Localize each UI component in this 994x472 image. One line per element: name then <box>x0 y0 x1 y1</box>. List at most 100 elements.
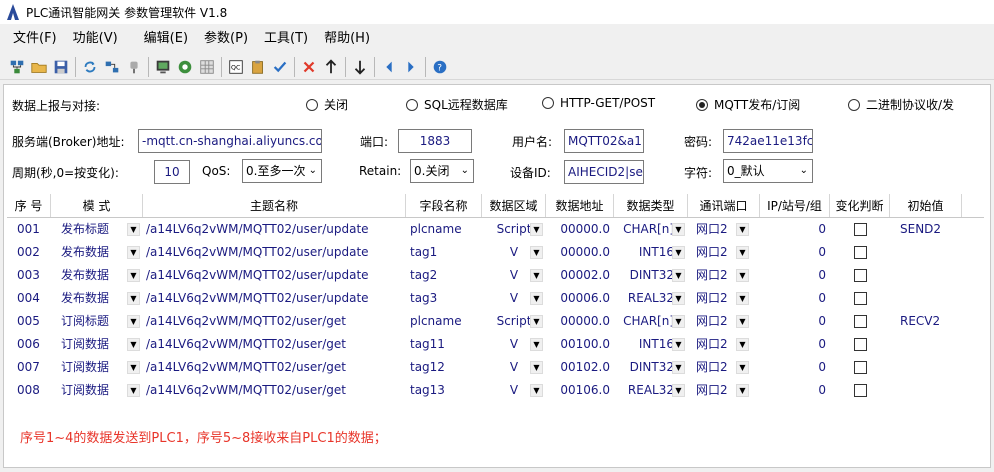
save-icon[interactable] <box>50 56 72 78</box>
charset-select[interactable]: 0_默认 ⌄ <box>723 159 813 183</box>
cell-type[interactable]: DINT32 ▼ <box>614 356 688 379</box>
dropdown-arrow-icon[interactable]: ▼ <box>672 315 685 328</box>
cell-address[interactable]: 00100.0 <box>546 333 614 356</box>
dropdown-arrow-icon[interactable]: ▼ <box>127 292 140 305</box>
device-id-input[interactable]: AIHECID2|sec <box>564 160 644 184</box>
dropdown-arrow-icon[interactable]: ▼ <box>736 361 749 374</box>
qos-select[interactable]: 0.至多一次 ⌄ <box>242 159 322 183</box>
cell-init[interactable]: SEND2 <box>890 218 962 241</box>
cell-field[interactable]: tag3 <box>406 287 482 310</box>
column-header[interactable]: 数据区域 <box>482 194 546 217</box>
column-header[interactable]: 模 式 <box>51 194 143 217</box>
cell-address[interactable]: 00102.0 <box>546 356 614 379</box>
cell-port[interactable]: 网口2 ▼ <box>688 218 760 241</box>
dropdown-arrow-icon[interactable]: ▼ <box>127 361 140 374</box>
cell-change[interactable] <box>830 241 890 264</box>
cell-field[interactable]: tag1 <box>406 241 482 264</box>
cell-ip[interactable]: 0 <box>760 379 830 402</box>
column-header[interactable]: 字段名称 <box>406 194 482 217</box>
cell-ip[interactable]: 0 <box>760 310 830 333</box>
cell-address[interactable]: 00000.0 <box>546 310 614 333</box>
cell-change[interactable] <box>830 310 890 333</box>
cell-field[interactable]: tag12 <box>406 356 482 379</box>
report-option-radio[interactable]: 关闭 <box>306 96 348 113</box>
cell-area[interactable]: V ▼ <box>482 379 546 402</box>
menu-item[interactable]: 编辑(E) <box>136 26 196 52</box>
change-checkbox[interactable] <box>853 338 867 351</box>
dropdown-arrow-icon[interactable]: ▼ <box>530 315 543 328</box>
cell-port[interactable]: 网口2 ▼ <box>688 356 760 379</box>
cell-port[interactable]: 网口2 ▼ <box>688 264 760 287</box>
dropdown-arrow-icon[interactable]: ▼ <box>736 315 749 328</box>
username-input[interactable]: MQTT02&a1 <box>564 129 644 153</box>
report-option-radio[interactable]: HTTP-GET/POST <box>542 96 655 110</box>
dropdown-arrow-icon[interactable]: ▼ <box>530 269 543 282</box>
table-row[interactable]: 006 订阅数据 ▼ /a14LV6q2vWM/MQTT02/user/get tag1… <box>7 333 984 356</box>
column-header[interactable]: IP/站号/组 <box>760 194 830 217</box>
arrow-down-icon[interactable] <box>349 56 371 78</box>
change-checkbox[interactable] <box>853 384 867 397</box>
cell-area[interactable]: V ▼ <box>482 264 546 287</box>
cell-topic[interactable]: /a14LV6q2vWM/MQTT02/user/get <box>143 333 406 356</box>
period-input[interactable]: 10 <box>154 160 190 184</box>
dropdown-arrow-icon[interactable]: ▼ <box>672 338 685 351</box>
cell-ip[interactable]: 0 <box>760 333 830 356</box>
menu-item[interactable]: 功能(V) <box>65 26 126 52</box>
table-row[interactable]: 002 发布数据 ▼ /a14LV6q2vWM/MQTT02/user/update t… <box>7 241 984 264</box>
delete-icon[interactable] <box>298 56 320 78</box>
cell-change[interactable] <box>830 379 890 402</box>
cell-port[interactable]: 网口2 ▼ <box>688 241 760 264</box>
monitor-icon[interactable] <box>152 56 174 78</box>
table-row[interactable]: 004 发布数据 ▼ /a14LV6q2vWM/MQTT02/user/update t… <box>7 287 984 310</box>
table-row[interactable]: 008 订阅数据 ▼ /a14LV6q2vWM/MQTT02/user/get tag1… <box>7 379 984 402</box>
refresh-icon[interactable] <box>79 56 101 78</box>
cell-field[interactable]: plcname <box>406 310 482 333</box>
cell-mode[interactable]: 订阅标题 ▼ <box>51 310 143 333</box>
cell-change[interactable] <box>830 264 890 287</box>
cell-address[interactable]: 00006.0 <box>546 287 614 310</box>
cell-field[interactable]: plcname <box>406 218 482 241</box>
column-header[interactable]: 变化判断 <box>830 194 890 217</box>
cell-area[interactable]: Script ▼ <box>482 310 546 333</box>
cell-mode[interactable]: 订阅数据 ▼ <box>51 356 143 379</box>
dropdown-arrow-icon[interactable]: ▼ <box>127 384 140 397</box>
check-icon[interactable] <box>269 56 291 78</box>
change-checkbox[interactable] <box>853 315 867 328</box>
report-option-radio[interactable]: SQL远程数据库 <box>406 96 508 113</box>
cell-topic[interactable]: /a14LV6q2vWM/MQTT02/user/get <box>143 379 406 402</box>
menu-item[interactable]: 参数(P) <box>196 26 256 52</box>
dropdown-arrow-icon[interactable]: ▼ <box>127 269 140 282</box>
cell-type[interactable]: REAL32 ▼ <box>614 379 688 402</box>
cell-ip[interactable]: 0 <box>760 356 830 379</box>
column-header[interactable]: 数据类型 <box>614 194 688 217</box>
change-checkbox[interactable] <box>853 361 867 374</box>
cell-area[interactable]: V ▼ <box>482 241 546 264</box>
cell-field[interactable]: tag2 <box>406 264 482 287</box>
column-header[interactable]: 初始值 <box>890 194 962 217</box>
cell-area[interactable]: Script ▼ <box>482 218 546 241</box>
dropdown-arrow-icon[interactable]: ▼ <box>127 315 140 328</box>
dropdown-arrow-icon[interactable]: ▼ <box>736 292 749 305</box>
cell-port[interactable]: 网口2 ▼ <box>688 287 760 310</box>
change-checkbox[interactable] <box>853 246 867 259</box>
dropdown-arrow-icon[interactable]: ▼ <box>736 269 749 282</box>
cell-init[interactable] <box>890 379 962 402</box>
cell-topic[interactable]: /a14LV6q2vWM/MQTT02/user/update <box>143 264 406 287</box>
dropdown-arrow-icon[interactable]: ▼ <box>127 338 140 351</box>
cell-topic[interactable]: /a14LV6q2vWM/MQTT02/user/get <box>143 310 406 333</box>
table-row[interactable]: 003 发布数据 ▼ /a14LV6q2vWM/MQTT02/user/update t… <box>7 264 984 287</box>
cell-port[interactable]: 网口2 ▼ <box>688 310 760 333</box>
cell-port[interactable]: 网口2 ▼ <box>688 379 760 402</box>
dropdown-arrow-icon[interactable]: ▼ <box>530 223 543 236</box>
cell-ip[interactable]: 0 <box>760 241 830 264</box>
cell-mode[interactable]: 发布标题 ▼ <box>51 218 143 241</box>
menu-item[interactable]: 帮助(H) <box>316 26 378 52</box>
cell-topic[interactable]: /a14LV6q2vWM/MQTT02/user/update <box>143 218 406 241</box>
column-header[interactable]: 数据地址 <box>546 194 614 217</box>
cell-init[interactable]: RECV2 <box>890 310 962 333</box>
dropdown-arrow-icon[interactable]: ▼ <box>672 246 685 259</box>
broker-address-input[interactable]: -mqtt.cn-shanghai.aliyuncs.com <box>138 129 322 153</box>
dropdown-arrow-icon[interactable]: ▼ <box>672 361 685 374</box>
dropdown-arrow-icon[interactable]: ▼ <box>530 384 543 397</box>
dropdown-arrow-icon[interactable]: ▼ <box>672 269 685 282</box>
